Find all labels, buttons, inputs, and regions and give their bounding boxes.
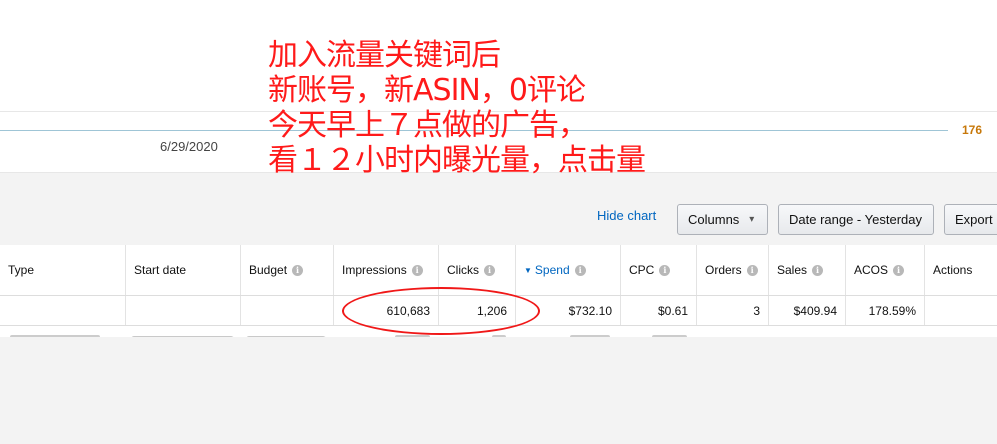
info-icon[interactable]: i: [574, 264, 586, 276]
annotation-line: 加入流量关键词后: [268, 38, 501, 73]
sort-descending-icon: ▼: [524, 265, 532, 275]
column-header-cpc[interactable]: CPC i: [620, 245, 696, 295]
annotation-line: 看１２小时内曝光量，点击量: [268, 143, 646, 178]
table-header-row: Type Start date Budget i Impressions i C…: [0, 245, 997, 296]
column-header-sales[interactable]: Sales i: [768, 245, 845, 295]
total-sales-cell: $409.94: [768, 296, 845, 325]
total-start-date-cell: [125, 296, 240, 325]
page-background: [0, 337, 997, 444]
info-icon[interactable]: i: [659, 264, 671, 276]
column-header-type[interactable]: Type: [0, 245, 125, 295]
total-acos-cell: 178.59%: [845, 296, 924, 325]
column-header-spend[interactable]: ▼ Spend i: [515, 245, 620, 295]
info-icon[interactable]: i: [893, 264, 905, 276]
column-header-acos[interactable]: ACOS i: [845, 245, 924, 295]
date-range-button[interactable]: Date range - Yesterday: [778, 204, 934, 235]
export-button-label: Export: [955, 212, 993, 227]
column-header-actions: Actions: [924, 245, 997, 295]
date-range-label: Date range - Yesterday: [789, 212, 922, 227]
total-actions-cell: [924, 296, 997, 325]
columns-button-label: Columns: [688, 212, 740, 227]
column-header-budget[interactable]: Budget i: [240, 245, 333, 295]
columns-button[interactable]: Columns ▾: [677, 204, 768, 235]
table-toolbar: Hide chart Columns ▾ Date range - Yester…: [0, 173, 997, 245]
total-budget-cell: [240, 296, 333, 325]
info-icon[interactable]: i: [292, 264, 304, 276]
info-icon[interactable]: i: [746, 264, 758, 276]
total-cpc-cell: $0.61: [620, 296, 696, 325]
column-header-start-date[interactable]: Start date: [125, 245, 240, 295]
chart-date-label: 6/29/2020: [160, 139, 218, 154]
info-icon[interactable]: i: [812, 264, 824, 276]
annotation-line: 今天早上７点做的广告，: [268, 108, 588, 143]
column-header-orders[interactable]: Orders i: [696, 245, 768, 295]
info-icon[interactable]: i: [411, 264, 423, 276]
annotation-text: 加入流量关键词后 新账号，新ASIN，0评论 今天早上７点做的广告， 看１２小时…: [268, 38, 646, 178]
info-icon[interactable]: i: [484, 264, 495, 276]
export-button[interactable]: Export: [944, 204, 997, 235]
total-type-cell: [0, 296, 125, 325]
total-orders-cell: 3: [696, 296, 768, 325]
annotation-line: 新账号，新ASIN，0评论: [268, 73, 586, 108]
hide-chart-link[interactable]: Hide chart: [597, 208, 656, 223]
highlight-ellipse: [342, 287, 540, 335]
chevron-down-icon: ▾: [749, 214, 755, 225]
chart-max-value: 176: [962, 123, 983, 137]
